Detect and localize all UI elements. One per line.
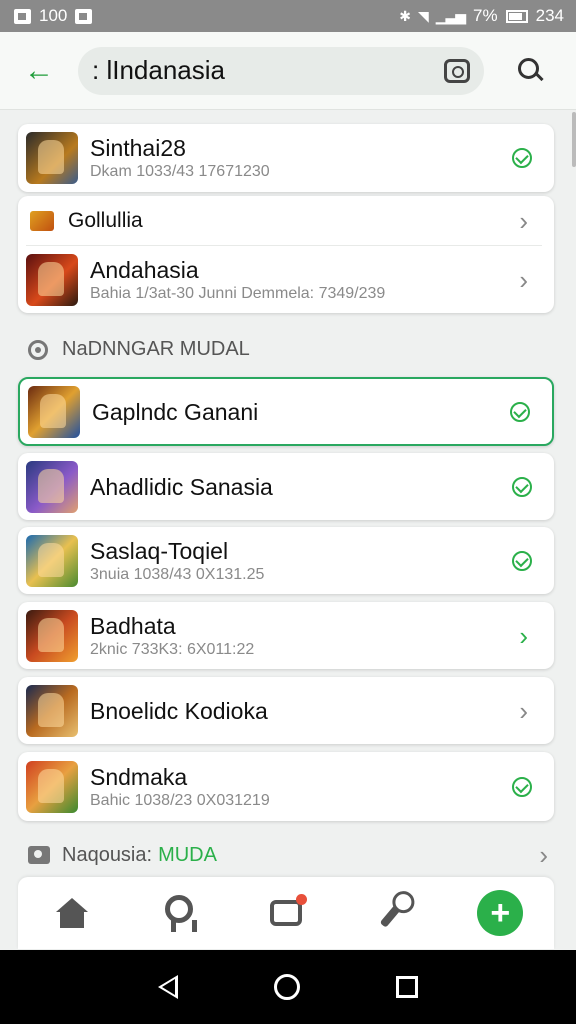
item-subtitle: 3nuia 1038/43 0X131.25 [90,565,265,583]
nav-routes[interactable] [261,888,311,938]
game-thumbnail [26,460,78,513]
list-item[interactable]: Sinthai28 Dkam 1033/43 17671230 [18,124,554,192]
game-thumbnail [26,684,78,737]
nav-tools[interactable] [368,888,418,938]
notification-icon-2 [75,8,93,24]
item-title: Saslaq-Toqiel [90,537,229,564]
item-title: Ahadlidic Sanasia [90,473,273,500]
game-thumbnail [26,132,78,184]
nav-add[interactable]: + [475,888,525,938]
search-icon[interactable] [518,57,544,84]
system-home-icon[interactable] [274,974,300,1000]
game-thumbnail [26,760,78,813]
list-card: Saslaq-Toqiel 3nuia 1038/43 0X131.25 [18,527,554,594]
list-card: Ahadlidic Sanasia [18,453,554,520]
signal-icon: ▁▃▅ [435,7,466,24]
search-input[interactable]: : lIndanasia [78,46,484,95]
game-thumbnail [26,253,78,306]
list-item[interactable]: Ahadlidic Sanasia [18,453,554,520]
section-title: Naqousia: [62,843,153,866]
status-left-text: 100 [39,6,68,25]
list-card: Badhata 2knic 733K3: 6X011:22 › [18,602,554,669]
list-card: Gollullia › Andahasia Bahia 1/3at-30 Jun… [18,196,554,313]
bottom-nav: + [18,877,554,949]
home-icon [55,898,89,928]
list-card: Bnoelidc Kodioka › [18,677,554,744]
item-title: Andahasia [90,256,199,283]
bluetooth-icon: ✱ [399,7,411,24]
list-item[interactable]: Andahasia Bahia 1/3at-30 Junni Demmela: … [18,246,554,313]
system-nav-bar [0,950,576,1024]
item-title: Gollullia [68,208,143,232]
system-recents-icon[interactable] [396,976,418,998]
item-title: Sinthai28 [90,135,186,161]
list-item[interactable]: Bnoelidc Kodioka › [18,677,554,744]
check-icon[interactable] [512,148,532,168]
badge-icon [164,895,197,932]
game-thumbnail [30,210,54,231]
wifi-icon: ◥ [417,7,429,24]
section-header[interactable]: Naqousia: MUDA › [28,842,548,868]
scrollbar[interactable] [572,112,576,167]
check-icon[interactable] [512,776,532,797]
item-subtitle: 2knic 733K3: 6X011:22 [90,640,255,658]
camera-icon[interactable] [444,58,470,83]
back-arrow-icon[interactable]: ← [24,54,64,88]
check-icon[interactable] [512,476,532,497]
item-title: Sndmaka [90,763,188,790]
brush-icon [379,898,407,928]
list-item[interactable]: Gaplndc Ganani [20,379,552,444]
plus-icon: + [477,890,524,936]
notification-icon [14,8,31,24]
app-bar: ← : lIndanasia [0,32,576,110]
section-title: NaDNNGAR MUDAL [62,338,250,360]
chevron-right-icon[interactable]: › [519,623,528,649]
list-item[interactable]: Gollullia › [18,196,554,245]
system-back-icon[interactable] [158,975,178,999]
status-bar: 100 ✱ ◥ ▁▃▅ 7% 234 [0,0,576,32]
check-icon[interactable] [512,550,532,571]
battery-icon [505,9,528,23]
list-item[interactable]: Sndmaka Bahic 1038/23 0X031219 [18,752,554,821]
list-item[interactable]: Saslaq-Toqiel 3nuia 1038/43 0X131.25 [18,527,554,594]
section-accent: MUDA [158,843,217,866]
route-icon [269,900,302,926]
section-header: NaDNNGAR MUDAL [28,338,250,361]
ring-icon [28,339,48,360]
chevron-right-icon[interactable]: › [519,698,528,724]
item-subtitle: Dkam 1033/43 17671230 [90,163,270,180]
list-item[interactable]: Badhata 2knic 733K3: 6X011:22 › [18,602,554,669]
chevron-right-icon[interactable]: › [519,208,528,234]
game-thumbnail [28,385,80,438]
item-subtitle: Bahic 1038/23 0X031219 [90,791,270,809]
item-subtitle: Bahia 1/3at-30 Junni Demmela: 7349/239 [90,284,386,302]
chevron-right-icon[interactable]: › [519,267,528,293]
clock: 234 [535,6,564,25]
notification-dot [295,894,307,905]
chevron-right-icon[interactable]: › [539,842,548,868]
list-card: Sinthai28 Dkam 1033/43 17671230 [18,124,554,192]
item-title: Gaplndc Ganani [92,398,259,425]
item-title: Badhata [90,612,176,639]
nav-home[interactable] [47,888,97,938]
item-title: Bnoelidc Kodioka [90,697,268,724]
list-card: Gaplndc Ganani [18,377,554,446]
search-value: : lIndanasia [92,55,225,85]
game-thumbnail [26,609,78,662]
camera-icon [28,846,50,864]
game-thumbnail [26,534,78,587]
battery-percent: 7% [473,6,498,25]
list-card: Sndmaka Bahic 1038/23 0X031219 [18,752,554,821]
nav-achievements[interactable] [154,888,204,938]
check-icon[interactable] [510,401,530,422]
